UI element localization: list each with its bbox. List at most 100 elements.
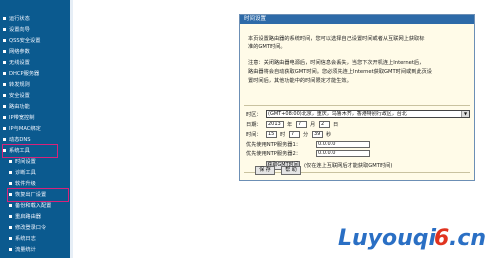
timezone-value: (GMT+08:00)北京，重庆，乌鲁木齐，香港特别行政区，台北 bbox=[268, 111, 407, 117]
day-input[interactable]: 2 bbox=[319, 121, 330, 128]
system-tools-highlight bbox=[2, 144, 58, 158]
sidebar-item-label: 无线设置 bbox=[9, 60, 30, 66]
section-divider bbox=[244, 105, 470, 106]
sidebar-item-qss[interactable]: QSS安全设置 bbox=[3, 37, 40, 45]
bullet-icon bbox=[3, 17, 6, 20]
sidebar-item-dhcp[interactable]: DHCP服务器 bbox=[3, 70, 39, 78]
date-label: 日期： bbox=[246, 122, 262, 128]
time-settings-panel: 时间设置 本页设置路由器的系统时间，您可以选择自己设置时间或者从互联网上获取标 … bbox=[239, 14, 475, 181]
bullet-icon bbox=[9, 204, 12, 207]
sidebar-subitem-traffic[interactable]: 流量统计 bbox=[9, 246, 36, 254]
save-button[interactable]: 保 存 bbox=[255, 166, 275, 175]
sidebar-item-label: QSS安全设置 bbox=[9, 38, 41, 44]
section-divider bbox=[244, 172, 470, 173]
bullet-icon bbox=[3, 116, 6, 119]
chevron-down-icon[interactable]: ▼ bbox=[461, 111, 469, 117]
bullet-icon bbox=[3, 83, 6, 86]
second-unit: 秒 bbox=[326, 132, 332, 138]
sidebar-item-label: 网络参数 bbox=[9, 49, 30, 55]
sidebar-item-ip-mac[interactable]: IP与MAC绑定 bbox=[3, 125, 41, 133]
year-unit: 年 bbox=[287, 122, 293, 128]
sidebar-item-label: 重启路由器 bbox=[15, 214, 41, 220]
sidebar-subitem-time[interactable]: 时间设置 bbox=[9, 158, 36, 166]
intro-text-line2: 准的GMT时间。 bbox=[248, 44, 286, 50]
watermark-logo: Luyouqi 6 .cn bbox=[338, 222, 498, 252]
bullet-icon bbox=[3, 138, 6, 141]
ntp1-label: 优先使用NTP服务器1： bbox=[246, 142, 301, 148]
note-text-line2: 路由器将会自动获取GMT时间。您必须先连上Internet获取GMT时间或到此页… bbox=[248, 69, 432, 75]
minute-unit: 分 bbox=[303, 132, 309, 138]
sidebar-item-label: 诊断工具 bbox=[15, 170, 36, 176]
bullet-icon bbox=[3, 94, 6, 97]
sidebar-subitem-backup[interactable]: 备份和载入配置 bbox=[9, 202, 51, 210]
sidebar-item-label: IP带宽控制 bbox=[9, 115, 35, 121]
watermark-svg: Luyouqi 6 .cn bbox=[338, 226, 486, 251]
sidebar-item-security[interactable]: 安全设置 bbox=[3, 92, 30, 100]
watermark-text-domain: .cn bbox=[449, 226, 486, 251]
sidebar-item-label: 修改登录口令 bbox=[15, 225, 47, 231]
factory-reset-highlight bbox=[7, 188, 69, 202]
bullet-icon bbox=[9, 182, 12, 185]
sidebar-subitem-syslog[interactable]: 系统日志 bbox=[9, 235, 36, 243]
bullet-icon bbox=[3, 28, 6, 31]
sidebar-subitem-firmware[interactable]: 软件升级 bbox=[9, 180, 36, 188]
sidebar-item-label: 时间设置 bbox=[15, 159, 36, 165]
second-input[interactable]: 39 bbox=[312, 131, 323, 138]
month-unit: 月 bbox=[310, 122, 316, 128]
sidebar-item-label: 系统日志 bbox=[15, 236, 36, 242]
bullet-icon bbox=[3, 105, 6, 108]
sidebar-item-network[interactable]: 网络参数 bbox=[3, 48, 30, 56]
sidebar-item-label: 软件升级 bbox=[15, 181, 36, 187]
ntp2-input[interactable]: 0.0.0.0 bbox=[316, 150, 370, 157]
sidebar-item-label: 转发规则 bbox=[9, 82, 30, 88]
panel-title: 时间设置 bbox=[240, 15, 474, 24]
sidebar-item-routing[interactable]: 路由功能 bbox=[3, 103, 30, 111]
sidebar-subitem-reboot[interactable]: 重启路由器 bbox=[9, 213, 41, 221]
sidebar-item-label: DHCP服务器 bbox=[9, 71, 40, 77]
bullet-icon bbox=[9, 171, 12, 174]
bullet-icon bbox=[3, 50, 6, 53]
bullet-icon bbox=[9, 237, 12, 240]
bullet-icon bbox=[3, 127, 6, 130]
sidebar-item-label: 运行状态 bbox=[9, 16, 30, 22]
bullet-icon bbox=[9, 160, 12, 163]
sidebar-item-label: 备份和载入配置 bbox=[15, 203, 52, 209]
month-input[interactable]: 7 bbox=[296, 121, 307, 128]
sidebar-item-wizard[interactable]: 设置向导 bbox=[3, 26, 30, 34]
sidebar-menu: 运行状态 设置向导 QSS安全设置 网络参数 无线设置 DHCP服务器 转发规则… bbox=[0, 0, 70, 258]
sidebar-item-label: IP与MAC绑定 bbox=[9, 126, 41, 132]
sidebar-item-label: 动态DNS bbox=[9, 137, 31, 143]
note-text-line1: 注意：关闭路由器电源后，时间信息会丢失，当您下次开机连上Internet后， bbox=[248, 60, 425, 66]
help-button[interactable]: 帮 助 bbox=[281, 166, 301, 175]
sidebar-item-wireless[interactable]: 无线设置 bbox=[3, 59, 30, 67]
bullet-icon bbox=[3, 61, 6, 64]
minute-input[interactable]: 7 bbox=[289, 131, 300, 138]
intro-text-line1: 本页设置路由器的系统时间，您可以选择自己设置时间或者从互联网上获取标 bbox=[248, 36, 425, 42]
watermark-text-main: Luyouqi bbox=[338, 226, 437, 251]
bullet-icon bbox=[3, 39, 6, 42]
bullet-icon bbox=[9, 226, 12, 229]
sidebar-item-label: 设置向导 bbox=[9, 27, 30, 33]
timezone-label: 时区： bbox=[246, 112, 262, 118]
sidebar-item-status[interactable]: 运行状态 bbox=[3, 15, 30, 23]
year-input[interactable]: 2013 bbox=[266, 121, 284, 128]
timezone-select[interactable]: (GMT+08:00)北京，重庆，乌鲁木齐，香港特别行政区，台北 ▼ bbox=[266, 110, 470, 118]
note-text-line3: 置时间后，其他功能中的时间限定才能生效。 bbox=[248, 78, 352, 84]
ntp2-label: 优先使用NTP服务器2： bbox=[246, 151, 301, 157]
bullet-icon bbox=[9, 215, 12, 218]
sidebar-item-ddns[interactable]: 动态DNS bbox=[3, 136, 31, 144]
day-unit: 日 bbox=[333, 122, 339, 128]
ntp1-input[interactable]: 0.0.0.0 bbox=[316, 141, 370, 148]
time-label: 时间： bbox=[246, 132, 262, 138]
bullet-icon bbox=[3, 72, 6, 75]
sidebar-subitem-diagnostics[interactable]: 诊断工具 bbox=[9, 169, 36, 177]
sidebar-item-bandwidth[interactable]: IP带宽控制 bbox=[3, 114, 34, 122]
sidebar-subitem-password[interactable]: 修改登录口令 bbox=[9, 224, 46, 232]
hour-unit: 时 bbox=[280, 132, 286, 138]
get-gmt-hint: (仅在连上互联网后才能获取GMT时间) bbox=[304, 163, 393, 169]
sidebar-item-label: 路由功能 bbox=[9, 104, 30, 110]
sidebar-divider bbox=[70, 0, 73, 258]
sidebar-item-forwarding[interactable]: 转发规则 bbox=[3, 81, 30, 89]
hour-input[interactable]: 15 bbox=[266, 131, 277, 138]
watermark-text-number: 6 bbox=[434, 226, 449, 251]
